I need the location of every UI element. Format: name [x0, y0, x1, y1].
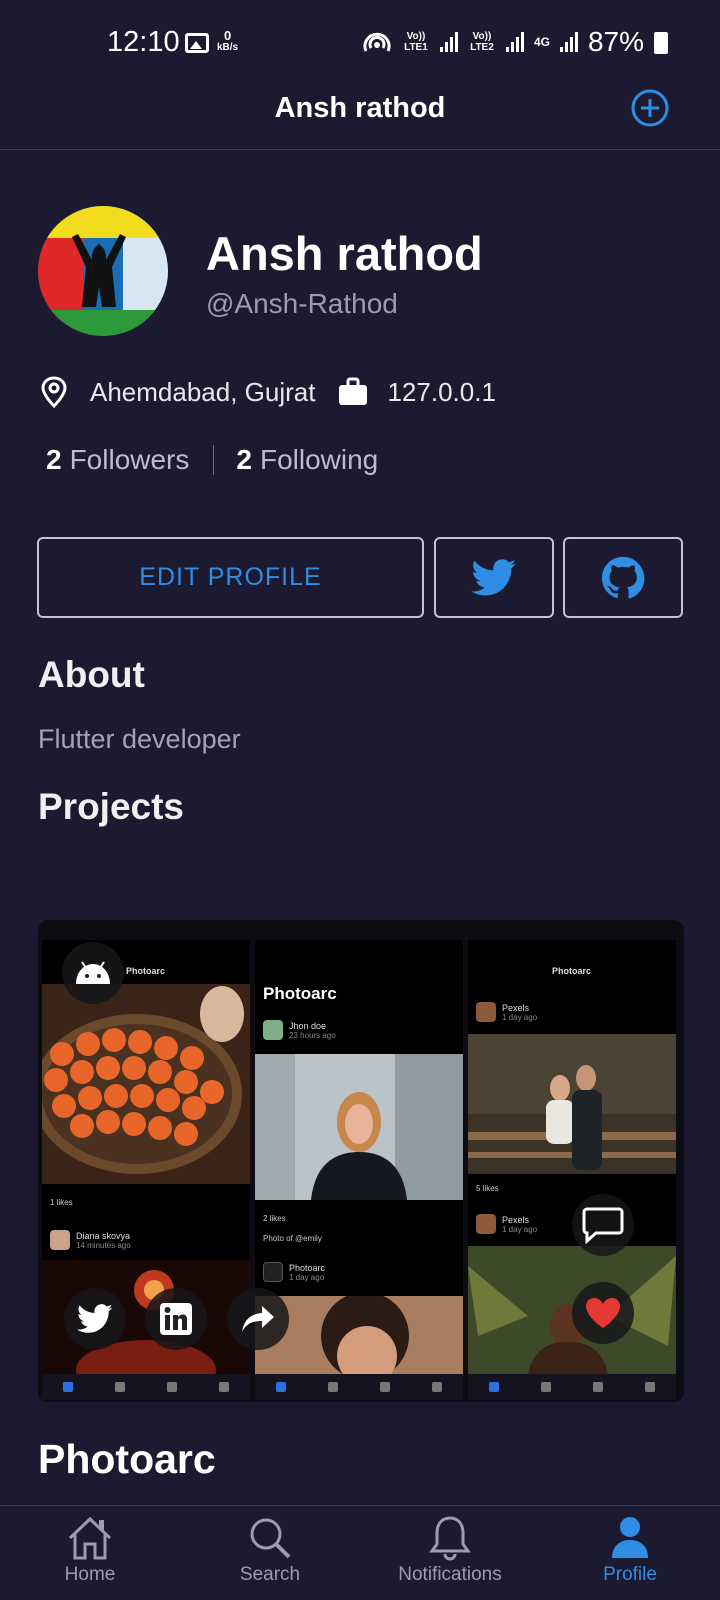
github-button[interactable]: [563, 537, 683, 618]
profile-info-row: Ahemdabad, Gujrat 127.0.0.1: [40, 376, 496, 408]
location-pin-icon: [41, 376, 67, 408]
nav-home[interactable]: Home: [0, 1506, 180, 1600]
project-title: Photoarc: [38, 1436, 216, 1482]
nav-notifications[interactable]: Notifications: [360, 1506, 540, 1600]
couple-photo: [468, 1034, 676, 1174]
following-link[interactable]: 2 Following: [236, 444, 378, 476]
network-type: 4G: [533, 34, 550, 49]
twitter-icon: [471, 558, 517, 595]
follow-row: 2 Followers 2 Following: [46, 444, 378, 476]
followers-count: 2: [46, 444, 62, 475]
mini-bottom-nav: [255, 1374, 463, 1400]
mini-status-bar: [255, 940, 463, 958]
profile-handle: @Ansh-Rathod: [206, 288, 398, 319]
comment-button[interactable]: [572, 1194, 634, 1256]
mini-post-header: Diana skovya 14 minutes ago: [50, 1230, 131, 1250]
share-button[interactable]: [227, 1288, 289, 1350]
home-icon: [68, 1516, 112, 1560]
mini-likes: 2 likes: [263, 1214, 286, 1223]
share-linkedin-button[interactable]: [145, 1288, 207, 1350]
company-text: 127.0.0.1: [387, 376, 496, 407]
woman-portrait-photo: [255, 1054, 463, 1200]
briefcase-icon: [339, 377, 368, 405]
mini-app-title: Photoarc: [263, 984, 337, 1003]
android-icon: [76, 961, 110, 984]
mini-post-header-2: Pexels 1 day ago: [476, 1214, 537, 1234]
projects-heading: Projects: [38, 786, 185, 827]
app-title: Ansh rathod: [274, 92, 446, 124]
status-time: 12:10: [107, 26, 180, 58]
net-speed: 0 kB/s: [217, 28, 239, 53]
nav-search[interactable]: Search: [180, 1506, 360, 1600]
bottom-nav: Home Search Notifications Profile: [0, 1505, 720, 1600]
sim3-signal-icon: [559, 32, 578, 52]
mini-likes: 5 likes: [476, 1184, 499, 1193]
mini-post-header: Jhon doe 23 hours ago: [263, 1020, 336, 1040]
search-icon: [250, 1518, 291, 1559]
followers-label: Followers: [69, 444, 190, 475]
about-heading: About: [38, 654, 145, 695]
nav-label: Notifications: [398, 1564, 502, 1585]
plus-circle-icon[interactable]: [630, 88, 670, 128]
nav-profile[interactable]: Profile: [540, 1506, 720, 1600]
bell-icon: [429, 1516, 471, 1561]
battery-icon: [654, 32, 668, 54]
mini-status-bar: [468, 940, 676, 958]
twitter-button[interactable]: [434, 537, 554, 618]
android-platform-badge: [62, 942, 124, 1004]
following-label: Following: [259, 444, 379, 475]
project-screenshot-3: Photoarc Pexels 1 day ago 5 likes Pexels 1…: [468, 940, 676, 1400]
linkedin-icon: [160, 1303, 192, 1335]
status-bar: 12:10 0 kB/s Vo)) LTE1 Vo)) LTE2 4G 87%: [0, 0, 720, 86]
follow-divider: [213, 445, 215, 475]
persimmon-photo: [42, 984, 250, 1184]
mini-app-name: Photoarc: [552, 966, 592, 976]
avatar[interactable]: [38, 206, 168, 336]
mini-caption: Photo of @emily: [263, 1234, 322, 1243]
mini-post-header: Pexels 1 day ago: [476, 1002, 537, 1022]
nav-label: Profile: [603, 1564, 657, 1585]
sim2-label: Vo)) LTE2: [470, 31, 494, 53]
share-arrow-icon: [242, 1306, 274, 1332]
location-text: Ahemdabad, Gujrat: [90, 376, 316, 407]
mini-bottom-nav: [468, 1374, 676, 1400]
battery-level: 87%: [587, 26, 644, 57]
status-right: Vo)) LTE1 Vo)) LTE2 4G 87%: [362, 26, 644, 58]
share-twitter-button[interactable]: [64, 1288, 126, 1350]
gallery-notification-icon: [185, 33, 209, 53]
sim1-label: Vo)) LTE1: [404, 31, 428, 53]
sim1-signal-icon: [439, 32, 458, 52]
sim2-signal-icon: [505, 32, 524, 52]
about-text: Flutter developer: [38, 724, 241, 754]
app-bar: Ansh rathod: [0, 86, 720, 150]
hotspot-icon: [363, 32, 391, 52]
followers-link[interactable]: 2 Followers: [46, 444, 189, 476]
heart-icon: [586, 1298, 620, 1328]
nav-label: Home: [64, 1564, 116, 1585]
mini-likes: 1 likes: [50, 1198, 73, 1207]
twitter-icon: [77, 1304, 113, 1333]
mini-post-header-2: Photoarc 1 day ago: [263, 1262, 325, 1282]
project-card[interactable]: Photoarc 1 likes Diana skovya 14 minutes …: [38, 920, 684, 1402]
following-count: 2: [236, 444, 252, 475]
person-icon: [612, 1517, 648, 1558]
nav-label: Search: [239, 1564, 301, 1585]
mini-bottom-nav: [42, 1374, 250, 1400]
profile-name: Ansh rathod: [206, 227, 483, 280]
mini-app-name: Photoarc: [126, 966, 166, 976]
edit-profile-button[interactable]: EDIT PROFILE: [37, 537, 424, 618]
like-button[interactable]: [572, 1282, 634, 1344]
github-icon: [601, 556, 645, 598]
chat-bubble-icon: [582, 1207, 624, 1244]
